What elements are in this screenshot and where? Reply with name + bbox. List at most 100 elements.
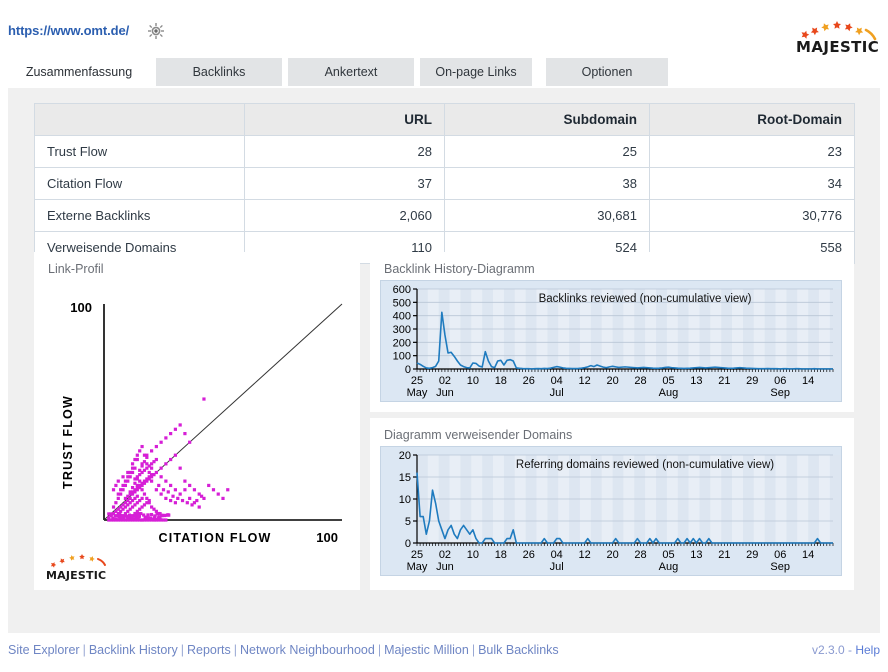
- tab-on-page-links[interactable]: On-page Links: [420, 58, 532, 86]
- svg-text:04: 04: [551, 375, 563, 387]
- svg-text:29: 29: [746, 549, 758, 561]
- row-label: Trust Flow: [35, 136, 245, 168]
- footer-separator: |: [83, 643, 86, 657]
- svg-text:12: 12: [579, 549, 591, 561]
- header-root-domain: Root-Domain: [650, 104, 855, 136]
- target-url-link[interactable]: https://www.omt.de/: [8, 23, 129, 38]
- content-panel: URL Subdomain Root-Domain Trust Flow 28 …: [8, 88, 880, 633]
- header-subdomain: Subdomain: [445, 104, 650, 136]
- cell-url: 28: [245, 136, 445, 168]
- svg-text:300: 300: [393, 324, 411, 336]
- metrics-table: URL Subdomain Root-Domain Trust Flow 28 …: [34, 103, 855, 264]
- svg-text:200: 200: [393, 337, 411, 349]
- svg-text:Sep: Sep: [770, 561, 790, 573]
- footer-link-backlink-history[interactable]: Backlink History: [89, 643, 178, 657]
- svg-text:29: 29: [746, 375, 758, 387]
- tab-zusammenfassung[interactable]: Zusammenfassung: [8, 58, 150, 86]
- svg-text:05: 05: [662, 549, 674, 561]
- svg-text:20: 20: [606, 375, 618, 387]
- backlink-history-panel: Backlink History-Diagramm 0 100 200 300 400 5…: [370, 252, 854, 412]
- majestic-stars-arc-small: [46, 552, 120, 570]
- scatter-plot-svg: 100 100 CITATION FLOW TRUST FLOW: [46, 282, 348, 552]
- svg-text:14: 14: [802, 375, 814, 387]
- cell-url: 2,060: [245, 200, 445, 232]
- svg-text:Jul: Jul: [550, 561, 564, 573]
- footer-link-majestic-million[interactable]: Majestic Million: [384, 643, 469, 657]
- svg-text:600: 600: [393, 284, 411, 296]
- footer-link-bulk-backlinks[interactable]: Bulk Backlinks: [478, 643, 559, 657]
- referring-domains-title: Diagramm verweisender Domains: [384, 428, 572, 442]
- link-profile-title: Link-Profil: [48, 262, 104, 276]
- svg-text:14: 14: [802, 549, 814, 561]
- gear-icon[interactable]: [148, 23, 164, 39]
- svg-text:13: 13: [690, 375, 702, 387]
- footer-link-site-explorer[interactable]: Site Explorer: [8, 643, 80, 657]
- svg-text:18: 18: [495, 549, 507, 561]
- footer-separator: |: [472, 643, 475, 657]
- svg-text:06: 06: [774, 549, 786, 561]
- cell-root: 34: [650, 168, 855, 200]
- svg-text:06: 06: [774, 375, 786, 387]
- backlink-history-title: Backlink History-Diagramm: [384, 262, 535, 276]
- svg-text:400: 400: [393, 311, 411, 323]
- cell-root: 23: [650, 136, 855, 168]
- cell-url: 37: [245, 168, 445, 200]
- svg-text:20: 20: [399, 450, 411, 462]
- referring-domains-panel: Diagramm verweisender Domains 0 5 10 15 20 Re…: [370, 418, 854, 590]
- tab-optionen[interactable]: Optionen: [546, 58, 668, 86]
- svg-text:Jun: Jun: [436, 387, 454, 399]
- table-row: Trust Flow 28 25 23: [35, 136, 855, 168]
- svg-text:02: 02: [439, 549, 451, 561]
- svg-text:5: 5: [405, 516, 411, 528]
- footer-separator: |: [378, 643, 381, 657]
- svg-text:10: 10: [467, 375, 479, 387]
- svg-text:CITATION FLOW: CITATION FLOW: [158, 531, 271, 545]
- link-profile-panel: Link-Profil 100 100 CITATION FLOW TRUST FLO…: [34, 252, 360, 590]
- svg-text:21: 21: [718, 549, 730, 561]
- cell-subdomain: 38: [445, 168, 650, 200]
- tab-backlinks[interactable]: Backlinks: [156, 58, 282, 86]
- referring-domains-chart: 0 5 10 15 20 Referring domains reviewed (non-…: [380, 446, 842, 576]
- row-label: Citation Flow: [35, 168, 245, 200]
- cell-subdomain: 25: [445, 136, 650, 168]
- cell-subdomain: 30,681: [445, 200, 650, 232]
- svg-text:100: 100: [316, 530, 338, 545]
- svg-text:10: 10: [467, 549, 479, 561]
- version-label: v2.3.0 -: [812, 643, 855, 657]
- backlink-history-svg: 0100200300400500600Backlinks reviewed (n…: [381, 281, 841, 401]
- svg-text:10: 10: [399, 494, 411, 506]
- header-url: URL: [245, 104, 445, 136]
- svg-text:Referring domains reviewed (no: Referring domains reviewed (non-cumulati…: [516, 459, 774, 471]
- svg-text:12: 12: [579, 375, 591, 387]
- row-label: Externe Backlinks: [35, 200, 245, 232]
- footer-link-reports[interactable]: Reports: [187, 643, 231, 657]
- page-header: https://www.omt.de/ MAJESTIC: [0, 0, 888, 56]
- footer-link-list: Site Explorer | Backlink History | Reports | N…: [8, 643, 559, 657]
- svg-text:18: 18: [495, 375, 507, 387]
- svg-text:02: 02: [439, 375, 451, 387]
- svg-text:Jul: Jul: [550, 387, 564, 399]
- svg-text:15: 15: [399, 472, 411, 484]
- footer-separator: |: [234, 643, 237, 657]
- svg-text:25: 25: [411, 375, 423, 387]
- referring-domains-svg: 05 10 15 20 Referring domains reviewed (non-…: [381, 447, 841, 575]
- table-header-row: URL Subdomain Root-Domain: [35, 104, 855, 136]
- page-footer: Site Explorer | Backlink History | Reports | N…: [0, 636, 888, 672]
- majestic-wordmark-small: MAJESTIC: [46, 569, 106, 582]
- svg-text:May: May: [407, 387, 428, 399]
- svg-text:21: 21: [718, 375, 730, 387]
- svg-text:28: 28: [634, 375, 646, 387]
- majestic-logo-small: MAJESTIC: [46, 552, 120, 582]
- backlink-history-chart: 0 100 200 300 400 500 600 Backlinks reviewed (n…: [380, 280, 842, 402]
- svg-text:04: 04: [551, 549, 563, 561]
- svg-text:100: 100: [393, 351, 411, 363]
- majestic-site-explorer-page: https://www.omt.de/ MAJESTIC Zusammenfas…: [0, 0, 888, 672]
- footer-separator: |: [181, 643, 184, 657]
- footer-version: v2.3.0 - Help: [812, 643, 880, 657]
- svg-text:20: 20: [606, 549, 618, 561]
- footer-link-network-neighbourhood[interactable]: Network Neighbourhood: [240, 643, 375, 657]
- cell-root: 30,776: [650, 200, 855, 232]
- majestic-wordmark: MAJESTIC: [796, 38, 878, 56]
- help-link[interactable]: Help: [855, 643, 880, 657]
- tab-ankertext[interactable]: Ankertext: [288, 58, 414, 86]
